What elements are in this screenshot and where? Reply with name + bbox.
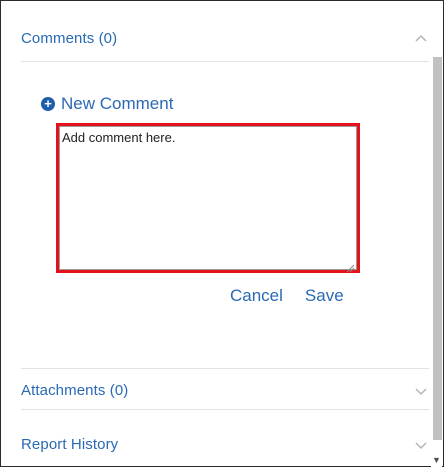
comment-textarea-highlight (56, 123, 360, 273)
resize-grip-icon[interactable] (346, 259, 355, 273)
scrollbar-thumb[interactable] (433, 57, 442, 440)
new-comment-label: New Comment (61, 94, 174, 113)
divider (21, 61, 429, 62)
attachments-header[interactable]: Attachments (0) (21, 382, 429, 399)
divider (21, 368, 429, 369)
chevron-down-icon[interactable] (413, 385, 429, 397)
comment-textarea[interactable] (59, 126, 357, 270)
report-history-header[interactable]: Report History (21, 436, 429, 453)
details-panel: Comments (0) + New Comment Cancel Save A… (0, 0, 444, 467)
report-history-title: Report History (21, 436, 119, 453)
comment-actions: Cancel Save (230, 286, 344, 306)
scrollbar[interactable]: ▼ (431, 1, 442, 467)
save-button[interactable]: Save (305, 286, 344, 306)
comments-header[interactable]: Comments (0) (21, 30, 429, 47)
comments-title: Comments (0) (21, 30, 118, 47)
attachments-title: Attachments (0) (21, 382, 129, 399)
cancel-button[interactable]: Cancel (230, 286, 283, 306)
divider (21, 409, 429, 410)
plus-circle-icon: + (41, 97, 55, 111)
chevron-down-icon[interactable] (413, 439, 429, 451)
new-comment-link[interactable]: + New Comment (41, 94, 173, 114)
chevron-up-icon[interactable] (413, 33, 429, 45)
scroll-down-arrow-icon[interactable]: ▼ (432, 455, 441, 465)
